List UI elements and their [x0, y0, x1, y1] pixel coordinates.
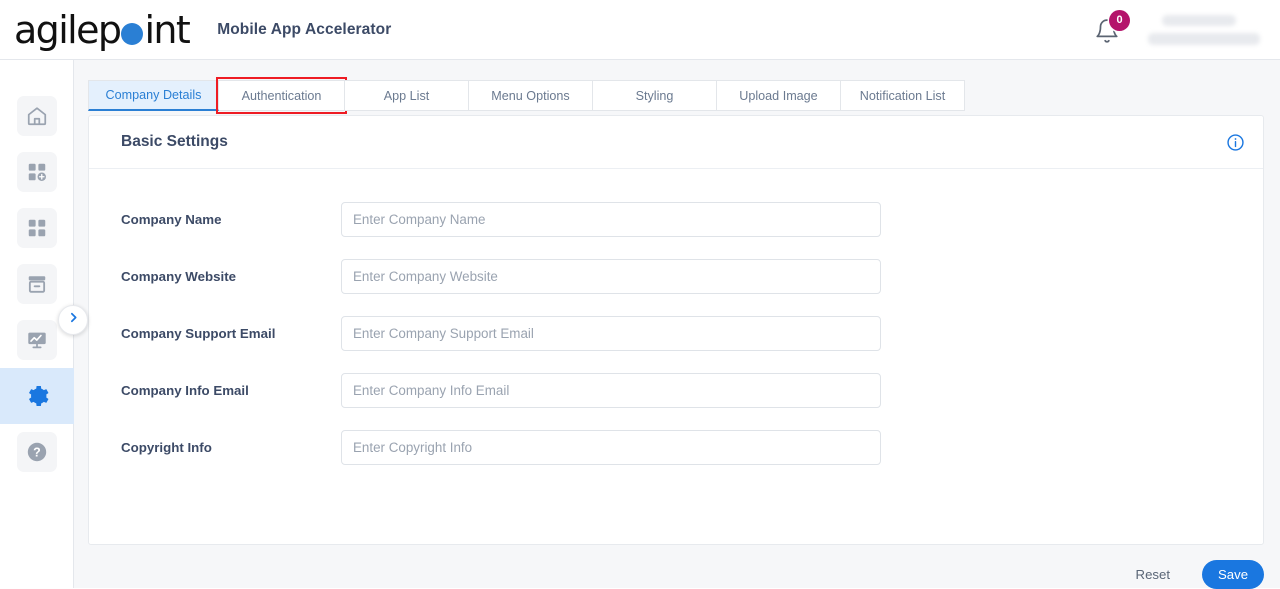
company-website-input[interactable]: [341, 259, 881, 294]
copyright-info-input[interactable]: [341, 430, 881, 465]
basic-settings-form: Company Name Company Website Company Suppo…: [89, 169, 1263, 476]
form-row: Company Support Email: [89, 305, 1263, 362]
left-sidebar: ?: [0, 60, 88, 588]
app-header: agilep int Mobile App Accelerator 0: [0, 0, 1280, 60]
form-row: Company Name: [89, 191, 1263, 248]
tab-menu-options[interactable]: Menu Options: [469, 80, 593, 111]
info-icon[interactable]: [1226, 133, 1245, 152]
sidebar-expand-button[interactable]: [58, 305, 88, 335]
sidebar-item-add-app[interactable]: [0, 144, 74, 200]
field-label: Copyright Info: [121, 440, 212, 455]
basic-settings-card: Basic Settings Company Name Company Websi…: [88, 115, 1264, 545]
user-name-redacted: [1162, 14, 1236, 26]
tab-company-details[interactable]: Company Details: [88, 80, 219, 111]
help-icon: ?: [17, 432, 57, 472]
gear-icon: [17, 376, 57, 416]
apps-add-icon: [17, 152, 57, 192]
logo-wordmark: agilep int: [14, 7, 191, 52]
field-label: Company Website: [121, 269, 237, 284]
chevron-right-icon: [67, 311, 80, 329]
tab-styling[interactable]: Styling: [593, 80, 717, 111]
field-label: Company Name: [121, 212, 222, 227]
svg-text:?: ?: [33, 446, 41, 460]
user-account-area[interactable]: [1148, 14, 1264, 45]
reset-button[interactable]: Reset: [1130, 566, 1176, 583]
analytics-icon: [17, 320, 57, 360]
field-label: Company Support Email: [121, 326, 276, 341]
card-title: Basic Settings: [121, 133, 228, 150]
header-right-cluster: 0: [1090, 9, 1264, 50]
sidebar-item-archive[interactable]: [0, 256, 74, 312]
blue-dot-icon: [121, 22, 144, 45]
sidebar-item-help[interactable]: ?: [0, 424, 74, 480]
sidebar-item-settings[interactable]: [0, 368, 74, 424]
main-content: Company Details Authentication App List Men…: [74, 60, 1280, 589]
archive-icon: [17, 264, 57, 304]
form-row: Company Website: [89, 248, 1263, 305]
form-row: Company Info Email: [89, 362, 1263, 419]
home-icon: [17, 96, 57, 136]
sidebar-item-apps[interactable]: [0, 200, 74, 256]
company-support-email-input[interactable]: [341, 316, 881, 351]
apps-grid-icon: [17, 208, 57, 248]
sidebar-item-home[interactable]: [0, 88, 74, 144]
notification-count-badge: 0: [1109, 9, 1130, 31]
company-name-input[interactable]: [341, 202, 881, 237]
company-info-email-input[interactable]: [341, 373, 881, 408]
logo-text-right: int: [144, 7, 190, 52]
user-email-redacted: [1148, 32, 1260, 45]
tab-notification-list[interactable]: Notification List: [841, 80, 965, 111]
tab-upload-image[interactable]: Upload Image: [717, 80, 841, 111]
notifications-button[interactable]: 0: [1090, 9, 1132, 50]
agilepoint-logo[interactable]: agilep int: [14, 7, 191, 52]
tab-authentication[interactable]: Authentication: [216, 77, 347, 114]
page-title: Mobile App Accelerator: [217, 20, 392, 38]
field-label: Company Info Email: [121, 383, 249, 398]
form-actions: Reset Save: [1130, 560, 1264, 589]
save-button[interactable]: Save: [1202, 560, 1264, 589]
card-header: Basic Settings: [89, 116, 1263, 169]
tab-bar: Company Details Authentication App List Men…: [88, 77, 965, 114]
tab-app-list[interactable]: App List: [345, 80, 469, 111]
logo-text-left: agilep: [14, 7, 122, 52]
form-row: Copyright Info: [89, 419, 1263, 476]
